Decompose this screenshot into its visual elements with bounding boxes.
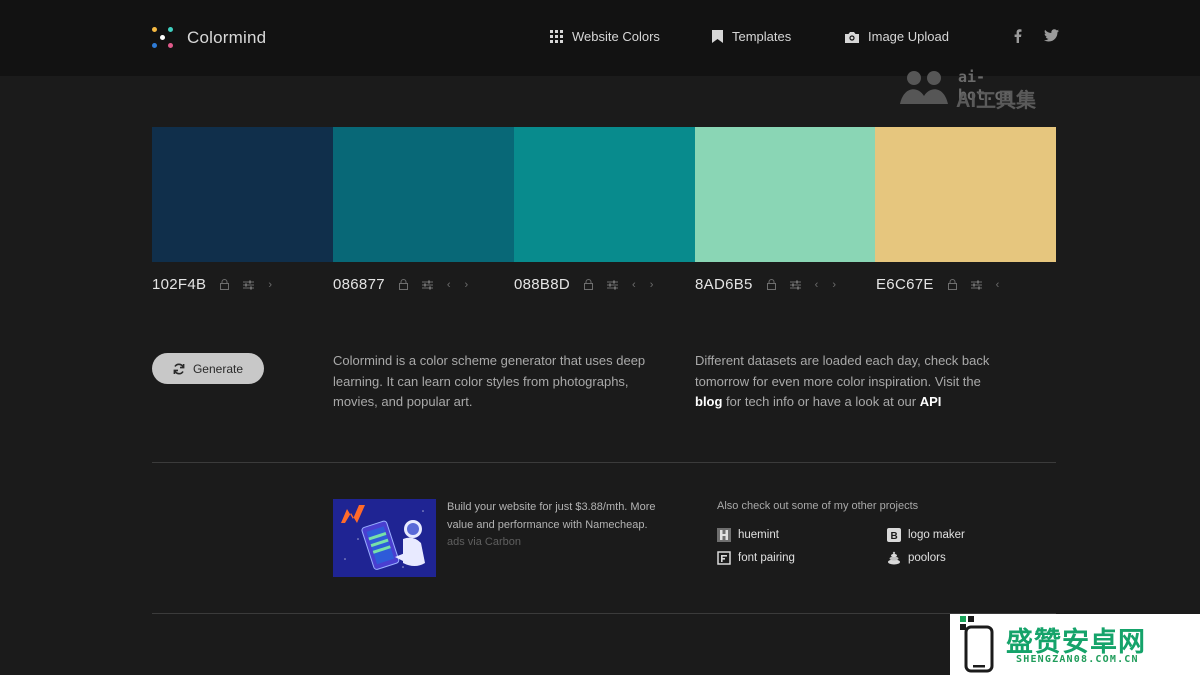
swatch-controls: 8AD6B5 ‹ ›: [695, 276, 836, 293]
api-link[interactable]: API: [920, 394, 942, 409]
color-swatch[interactable]: [875, 127, 1056, 262]
ad-image[interactable]: [333, 499, 436, 577]
swatch-controls: 086877 ‹ ›: [333, 276, 468, 293]
grid-icon: [550, 30, 563, 43]
project-poolors[interactable]: poolors: [887, 551, 946, 565]
lock-icon[interactable]: [398, 279, 408, 290]
color-swatch[interactable]: [514, 127, 695, 262]
ad-copy[interactable]: Build your website for just $3.88/mth. M…: [447, 499, 677, 552]
project-font-pairing[interactable]: font pairing: [717, 551, 795, 565]
twitter-icon: [1044, 29, 1059, 42]
lock-icon[interactable]: [947, 279, 957, 290]
nav-image-upload[interactable]: Image Upload: [845, 29, 949, 44]
datasets-text-middle: for tech info or have a look at our: [722, 394, 920, 409]
about-text: Colormind is a color scheme generator th…: [333, 353, 646, 409]
hex-code[interactable]: 102F4B: [152, 276, 206, 293]
logo-maker-icon: B: [887, 528, 901, 542]
logo-link[interactable]: Colormind: [152, 27, 266, 49]
chevron-left-icon[interactable]: ‹: [632, 279, 636, 291]
lock-icon[interactable]: [766, 279, 776, 290]
chevron-left-icon[interactable]: ‹: [447, 279, 451, 291]
twitter-link[interactable]: [1044, 29, 1059, 45]
camera-icon: [845, 31, 859, 43]
facebook-icon: [1014, 29, 1022, 43]
hex-code[interactable]: 086877: [333, 276, 385, 293]
nav-templates[interactable]: Templates: [712, 29, 791, 44]
hex-code[interactable]: 088B8D: [514, 276, 570, 293]
watermark-name: AI工具集: [956, 90, 1036, 112]
huemint-icon: [717, 528, 731, 542]
lock-icon[interactable]: [584, 279, 594, 290]
ad-via[interactable]: ads via Carbon: [447, 534, 677, 552]
colormind-logo-icon: [152, 27, 174, 49]
poolors-icon: [887, 551, 901, 565]
swatch-controls: E6C67E ‹: [876, 276, 999, 293]
nav-label: Image Upload: [868, 29, 949, 44]
facebook-link[interactable]: [1014, 29, 1022, 46]
adjust-icon[interactable]: [243, 280, 255, 290]
color-swatch[interactable]: [333, 127, 514, 262]
site-watermark: 盛赞安卓网 SHENGZAN08.COM.CN: [950, 614, 1200, 675]
phone-logo-icon: [960, 616, 994, 673]
chevron-left-icon[interactable]: ‹: [996, 279, 1000, 291]
nav-website-colors[interactable]: Website Colors: [550, 29, 660, 44]
divider: [152, 613, 1056, 614]
chevron-right-icon[interactable]: ›: [268, 279, 272, 291]
hex-code[interactable]: E6C67E: [876, 276, 934, 293]
ad-text: Build your website for just $3.88/mth. M…: [447, 501, 656, 531]
project-logo-maker[interactable]: B logo maker: [887, 528, 965, 542]
refresh-icon: [173, 363, 185, 374]
chevron-right-icon[interactable]: ›: [650, 279, 654, 291]
generate-label: Generate: [192, 361, 244, 376]
adjust-icon[interactable]: [607, 280, 619, 290]
datasets-text: Different datasets are loaded each day, …: [695, 351, 1010, 413]
swatch-controls: 088B8D ‹ ›: [514, 276, 653, 293]
top-navbar: Colormind Website Colors Templates Image…: [0, 0, 1200, 76]
adjust-icon[interactable]: [421, 280, 433, 290]
generate-button[interactable]: Generate: [152, 353, 264, 384]
datasets-text-start: Different datasets are loaded each day, …: [695, 353, 990, 389]
chevron-right-icon[interactable]: ›: [465, 279, 469, 291]
project-label: font pairing: [738, 552, 795, 564]
namecheap-ad-illustration: [333, 499, 436, 577]
project-label: huemint: [738, 529, 779, 541]
adjust-icon[interactable]: [970, 280, 982, 290]
chevron-left-icon[interactable]: ‹: [815, 279, 819, 291]
app-name: Colormind: [187, 28, 267, 47]
nav-label: Templates: [732, 29, 792, 44]
blog-link[interactable]: blog: [695, 394, 722, 409]
project-label: logo maker: [908, 529, 965, 541]
project-huemint[interactable]: huemint: [717, 528, 779, 542]
svg-text:B: B: [891, 531, 898, 542]
color-swatch[interactable]: [152, 127, 333, 262]
adjust-icon[interactable]: [789, 280, 801, 290]
project-label: poolors: [908, 552, 946, 564]
projects-title: Also check out some of my other projects: [717, 500, 919, 512]
hex-code[interactable]: 8AD6B5: [695, 276, 753, 293]
color-palette: [152, 127, 1056, 262]
watermark-site-url: SHENGZAN08.COM.CN: [1016, 654, 1139, 665]
watermark-bot-icon: [900, 71, 948, 104]
font-pairing-icon: [717, 551, 731, 565]
lock-icon[interactable]: [220, 279, 230, 290]
divider: [152, 462, 1056, 463]
nav-label: Website Colors: [572, 29, 660, 44]
bookmark-icon: [712, 30, 723, 43]
chevron-right-icon[interactable]: ›: [832, 279, 836, 291]
color-swatch[interactable]: [695, 127, 875, 262]
swatch-controls: 102F4B ›: [152, 276, 272, 293]
